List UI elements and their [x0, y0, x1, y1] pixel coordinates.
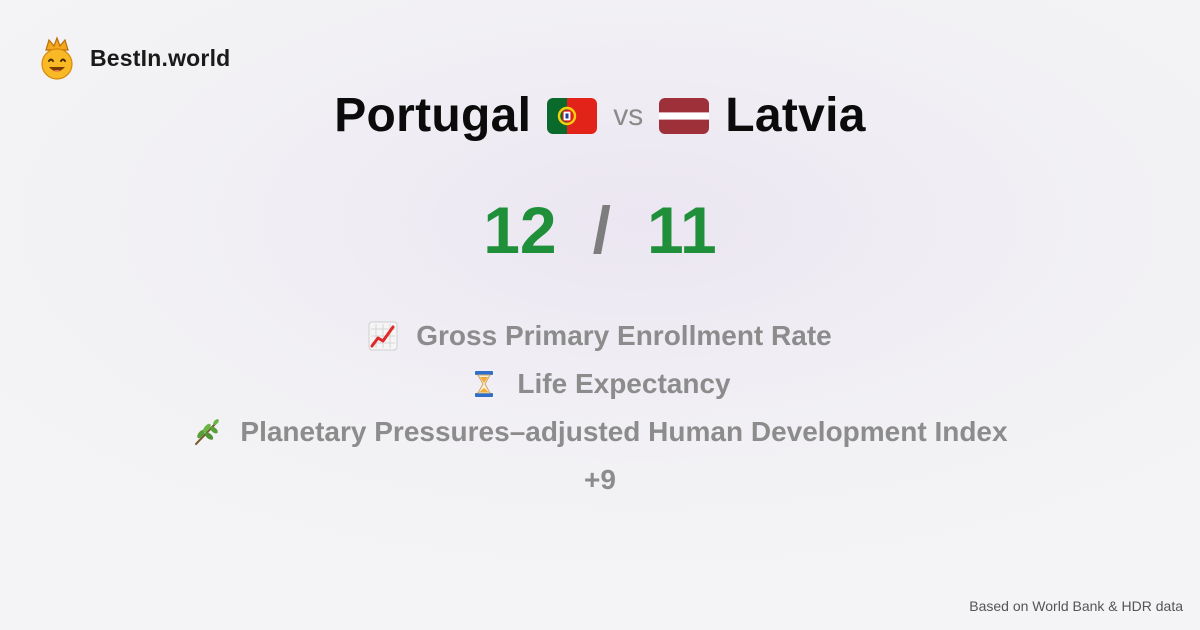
latvia-flag-icon	[659, 97, 710, 134]
herb-icon	[192, 417, 222, 447]
score: 12 / 11	[0, 192, 1200, 268]
right-country-name[interactable]: Latvia	[725, 88, 866, 143]
brand[interactable]: BestIn.world	[38, 36, 230, 80]
right-score: 11	[646, 193, 717, 267]
portugal-flag-icon	[547, 97, 598, 134]
brand-name: BestIn.world	[90, 44, 231, 71]
smiling-crown-face-icon	[38, 36, 76, 80]
metric-label: Planetary Pressures–adjusted Human Devel…	[240, 416, 1008, 447]
metric-item[interactable]: Planetary Pressures–adjusted Human Devel…	[192, 408, 1008, 456]
metric-list: Gross Primary Enrollment Rate Life Expec…	[0, 312, 1200, 504]
chart-increasing-icon	[368, 321, 398, 351]
data-source-note: Based on World Bank & HDR data	[969, 598, 1183, 614]
hourglass-icon	[469, 369, 499, 399]
metric-label: Life Expectancy	[517, 368, 731, 399]
score-separator: /	[592, 193, 611, 267]
metric-item[interactable]: Life Expectancy	[469, 360, 731, 408]
metric-label: Gross Primary Enrollment Rate	[416, 320, 832, 351]
vs-label: vs	[613, 98, 644, 132]
left-score: 12	[483, 193, 557, 267]
left-country-name[interactable]: Portugal	[334, 88, 531, 143]
metric-item[interactable]: Gross Primary Enrollment Rate	[368, 312, 832, 360]
comparison-title: Portugal vs Latvia	[0, 88, 1200, 143]
more-metrics-count[interactable]: +9	[584, 456, 616, 504]
